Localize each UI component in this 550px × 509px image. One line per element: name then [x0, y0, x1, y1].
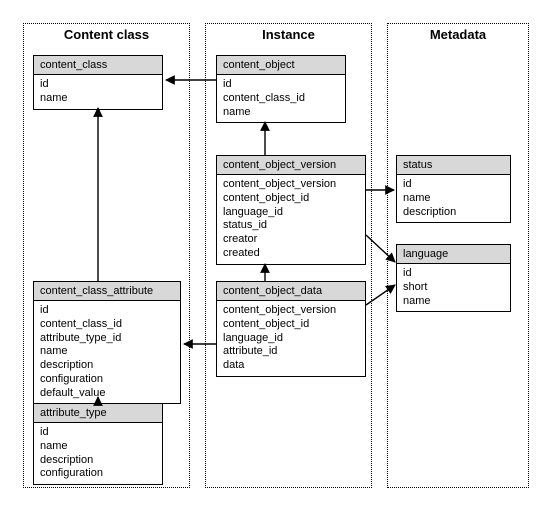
entity-title: content_object_version: [217, 156, 365, 175]
field: attribute_type_id: [40, 332, 174, 346]
field: creator: [223, 233, 359, 247]
entity-fields: id name: [34, 75, 162, 109]
entity-attribute-type: attribute_type id name description confi…: [33, 403, 163, 485]
entity-title: attribute_type: [34, 404, 162, 423]
entity-fields: content_object_version content_object_id…: [217, 175, 365, 264]
entity-content-object-data: content_object_data content_object_versi…: [216, 281, 366, 377]
field: language_id: [223, 206, 359, 220]
entity-title: content_class_attribute: [34, 282, 180, 301]
field: name: [40, 345, 174, 359]
entity-content-class: content_class id name: [33, 55, 163, 110]
zone-title: Metadata: [388, 27, 528, 42]
field: description: [40, 454, 156, 468]
entity-title: content_object: [217, 56, 345, 75]
entity-title: status: [397, 156, 510, 175]
field: created: [223, 247, 359, 261]
field: id: [40, 304, 174, 318]
field: description: [40, 359, 174, 373]
entity-fields: id name description: [397, 175, 510, 222]
field: configuration: [40, 467, 156, 481]
field: attribute_id: [223, 345, 359, 359]
field: name: [40, 440, 156, 454]
field: data: [223, 359, 359, 373]
field: content_class_id: [40, 318, 174, 332]
field: name: [403, 295, 504, 309]
field: id: [223, 78, 339, 92]
field: content_object_id: [223, 318, 359, 332]
field: configuration: [40, 373, 174, 387]
field: content_object_version: [223, 178, 359, 192]
field: id: [403, 267, 504, 281]
entity-status: status id name description: [396, 155, 511, 223]
entity-language: language id short name: [396, 244, 511, 312]
entity-content-object-version: content_object_version content_object_ve…: [216, 155, 366, 265]
field: name: [403, 192, 504, 206]
field: name: [223, 106, 339, 120]
field: content_class_id: [223, 92, 339, 106]
field: id: [40, 426, 156, 440]
entity-content-class-attribute: content_class_attribute id content_class…: [33, 281, 181, 404]
field: default_value: [40, 387, 174, 401]
field: short: [403, 281, 504, 295]
entity-fields: id name description configuration: [34, 423, 162, 484]
field: status_id: [223, 219, 359, 233]
entity-title: language: [397, 245, 510, 264]
field: description: [403, 206, 504, 220]
entity-fields: id content_class_id attribute_type_id na…: [34, 301, 180, 403]
field: content_object_id: [223, 192, 359, 206]
field: content_object_version: [223, 304, 359, 318]
zone-title: Content class: [24, 27, 189, 42]
entity-content-object: content_object id content_class_id name: [216, 55, 346, 123]
field: id: [403, 178, 504, 192]
entity-title: content_class: [34, 56, 162, 75]
field: id: [40, 78, 156, 92]
zone-title: Instance: [206, 27, 371, 42]
entity-fields: content_object_version content_object_id…: [217, 301, 365, 376]
entity-title: content_object_data: [217, 282, 365, 301]
field: name: [40, 92, 156, 106]
entity-fields: id content_class_id name: [217, 75, 345, 122]
entity-fields: id short name: [397, 264, 510, 311]
field: language_id: [223, 332, 359, 346]
